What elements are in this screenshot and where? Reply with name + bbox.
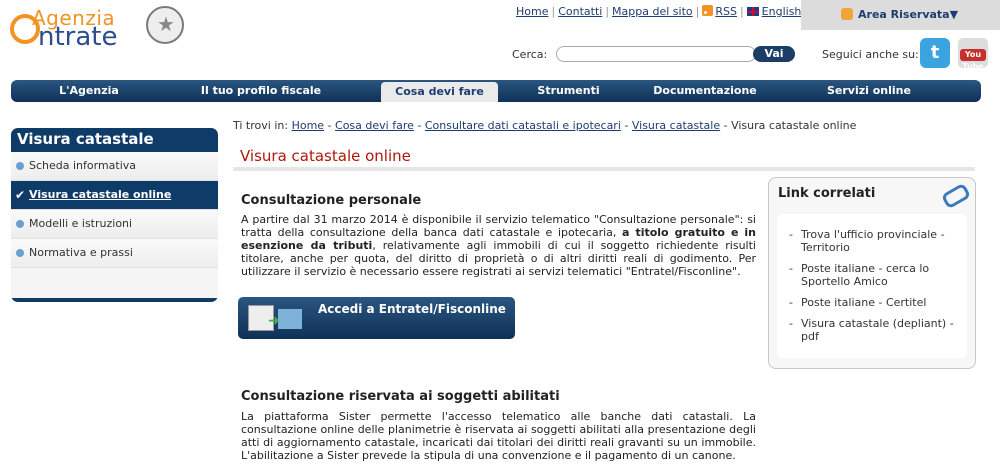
link-correlati-item[interactable]: Poste italiane - cerca lo Sportello Amic… xyxy=(783,262,961,288)
sidebar-title: Visura catastale xyxy=(17,130,154,148)
social-label: Seguici anche su: xyxy=(822,48,919,61)
bullet-icon xyxy=(16,162,24,170)
sidebar-item-label: Modelli e istruzioni xyxy=(29,217,133,230)
link-correlati-list-panel: Trova l'ufficio provinciale - Territorio… xyxy=(777,214,967,358)
lock-icon xyxy=(841,8,853,20)
chain-link-icon xyxy=(939,182,967,206)
breadcrumb-visura[interactable]: Visura catastale xyxy=(632,119,720,132)
top-link-english[interactable]: English xyxy=(762,5,802,18)
sidebar-list: Scheda informativa ✔ Visura catastale onl… xyxy=(11,152,218,298)
nav-item-strumenti[interactable]: Strumenti xyxy=(526,80,611,102)
uk-flag-icon xyxy=(746,7,759,16)
breadcrumb-cosa-devi-fare[interactable]: Cosa devi fare xyxy=(335,119,414,132)
nav-item-agenzia[interactable]: L'Agenzia xyxy=(49,80,129,102)
top-link-rss[interactable]: RSS xyxy=(715,5,737,18)
bullet-icon xyxy=(16,249,24,257)
breadcrumb-current: Visura catastale online xyxy=(731,119,857,132)
youtube-icon[interactable]: You Tube xyxy=(958,38,988,71)
link-correlati-item[interactable]: Trova l'ufficio provinciale - Territorio xyxy=(783,228,961,254)
sidebar-item-label: Normativa e prassi xyxy=(29,246,133,259)
youtube-icon-label: You Tube xyxy=(960,49,986,71)
link-correlati-box: Link correlati Trova l'ufficio provincia… xyxy=(768,177,976,369)
page-title: Visura catastale online xyxy=(240,147,411,165)
top-link-home[interactable]: Home xyxy=(516,5,548,18)
sidebar-item-label: Visura catastale online xyxy=(29,188,172,201)
search-input[interactable] xyxy=(556,46,756,62)
nav-item-documentazione[interactable]: Documentazione xyxy=(643,80,767,102)
section-heading-personale: Consultazione personale xyxy=(241,193,422,208)
sidebar-item-label: Scheda informativa xyxy=(29,159,137,172)
section-text-riservata: La piattaforma Sister permette l'accesso… xyxy=(241,410,756,462)
nav-item-cosa-devi-fare[interactable]: Cosa devi fare xyxy=(381,82,498,102)
nav-item-servizi-online[interactable]: Servizi online xyxy=(816,80,922,102)
twitter-icon[interactable]: t xyxy=(920,38,950,68)
sidebar-spacer xyxy=(11,268,218,298)
title-divider xyxy=(233,167,975,171)
link-correlati-item[interactable]: Poste italiane - Certitel xyxy=(783,296,961,309)
sidebar-item-scheda[interactable]: Scheda informativa xyxy=(11,152,218,181)
top-link-mappa[interactable]: Mappa del sito xyxy=(612,5,693,18)
breadcrumb-consultare[interactable]: Consultare dati catastali e ipotecari xyxy=(425,119,621,132)
top-links: Home | Contatti | Mappa del sito | RSS | English xyxy=(516,5,802,18)
link-correlati-item[interactable]: Visura catastale (depliant) - pdf xyxy=(783,317,961,343)
breadcrumb: Ti trovi in: Home - Cosa devi fare - Con… xyxy=(233,119,857,132)
top-link-contatti[interactable]: Contatti xyxy=(558,5,602,18)
accedi-entratel-label: Accedi a Entratel/Fisconline xyxy=(318,302,506,316)
bullet-icon xyxy=(16,220,24,228)
link-correlati-title: Link correlati xyxy=(778,186,876,201)
logo-line2: ntrate xyxy=(38,22,118,52)
sidebar-item-visura-online[interactable]: ✔ Visura catastale online xyxy=(11,181,218,210)
breadcrumb-home[interactable]: Home xyxy=(292,119,324,132)
search-button[interactable]: Vai xyxy=(753,46,795,62)
area-riservata-button[interactable]: Area Riservata▼ xyxy=(801,0,1000,30)
sidebar-item-modelli[interactable]: Modelli e istruzioni xyxy=(11,210,218,239)
sidebar: Visura catastale Scheda informativa ✔ Vis… xyxy=(11,128,218,302)
section-text-personale: A partire dal 31 marzo 2014 è disponibil… xyxy=(241,213,756,278)
search-label: Cerca: xyxy=(512,48,548,61)
breadcrumb-prefix: Ti trovi in: xyxy=(233,119,289,132)
rss-icon xyxy=(702,5,714,16)
sidebar-item-normativa[interactable]: Normativa e prassi xyxy=(11,239,218,268)
nav-item-profilo-fiscale[interactable]: Il tuo profilo fiscale xyxy=(191,80,331,102)
login-transfer-icon: ➜ xyxy=(248,305,306,331)
accedi-entratel-button[interactable]: ➜ Accedi a Entratel/Fisconline xyxy=(238,297,515,339)
area-riservata-label: Area Riservata▼ xyxy=(858,8,959,21)
section-heading-riservata: Consultazione riservata ai soggetti abil… xyxy=(241,389,560,404)
republic-emblem-icon xyxy=(146,6,184,44)
link-correlati-list: Trova l'ufficio provinciale - Territorio… xyxy=(783,228,961,351)
checkmark-icon: ✔ xyxy=(15,188,26,202)
main-nav: L'Agenzia Il tuo profilo fiscale Cosa de… xyxy=(11,80,981,102)
